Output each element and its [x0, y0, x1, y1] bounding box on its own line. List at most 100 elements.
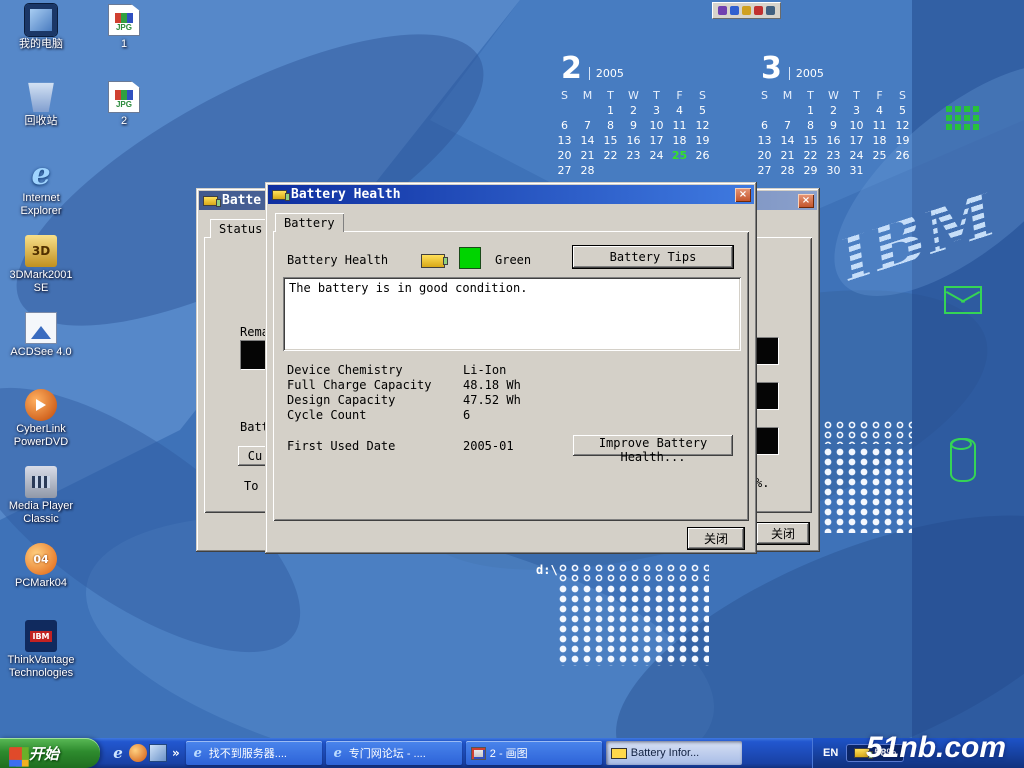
desktop-icon-mpc[interactable]: Media Player Classic	[4, 466, 78, 543]
start-button[interactable]: 开始	[0, 738, 100, 768]
calendar-day: 10	[845, 119, 868, 132]
desktop-icon[interactable]	[149, 744, 167, 762]
calendar-day: 15	[599, 134, 622, 147]
calendar-day	[553, 104, 576, 117]
desktop-icon-pcmark[interactable]: PCMark04	[4, 543, 78, 620]
volume-icon[interactable]	[718, 6, 727, 15]
calendar-day: 31	[845, 164, 868, 177]
jpg-icon	[108, 81, 140, 113]
desktop-icon-thinkvantage[interactable]: ThinkVantage Technologies	[4, 620, 78, 697]
desktop-icon-acdsee[interactable]: ACDSee 4.0	[4, 312, 78, 389]
taskbar-task[interactable]: Battery Infor...	[606, 741, 742, 765]
desktop-icon-ie[interactable]: Internet Explorer	[4, 158, 78, 235]
thinkvantage-icon	[25, 620, 57, 652]
task-label: Battery Infor...	[631, 747, 699, 759]
calendar-weekday: T	[645, 89, 668, 102]
field-value: 6	[463, 408, 470, 423]
field-label: Full Charge Capacity	[287, 378, 463, 393]
calendar-day: 23	[622, 149, 645, 162]
display-icon[interactable]	[730, 6, 739, 15]
calendar-day: 12	[891, 119, 914, 132]
ie-icon	[331, 746, 345, 760]
ie-icon	[25, 158, 57, 190]
media-icon[interactable]	[129, 744, 147, 762]
envelope-icon	[944, 286, 982, 314]
tab-status[interactable]: Status	[210, 219, 271, 238]
close-icon[interactable]: ×	[798, 194, 814, 208]
calendar-day: 11	[668, 119, 691, 132]
close-button[interactable]: 关闭	[757, 523, 809, 544]
3dmark-icon	[25, 235, 57, 267]
calendar-day: 27	[553, 164, 576, 177]
calendar-day: 29	[799, 164, 822, 177]
battery-detail-fields: Device ChemistryLi-IonFull Charge Capaci…	[287, 363, 733, 423]
task-label: 2 - 画图	[490, 745, 528, 761]
field-row: Design Capacity47.52 Wh	[287, 393, 733, 408]
battery-gauge	[755, 337, 779, 365]
calendar-day	[868, 164, 891, 177]
tab-label: Battery	[284, 216, 335, 230]
desktop-icon-recycle-bin[interactable]: 回收站	[4, 81, 78, 158]
close-icon[interactable]: ×	[735, 188, 751, 202]
desktop-icon-column: 我的电脑回收站 Internet Explorer 3DMark2001 SEACD…	[4, 4, 78, 697]
tab-page: Battery Health Green Battery Tips The ba…	[273, 231, 749, 521]
calendar-day: 19	[891, 134, 914, 147]
powerdvd-icon	[25, 389, 57, 421]
calendar-day: 25	[868, 149, 891, 162]
calendar-weekday: M	[776, 89, 799, 102]
health-label: Battery Health	[287, 253, 388, 267]
desktop-icon-jpg[interactable]: 1	[92, 4, 156, 81]
tab-battery[interactable]: Battery	[275, 213, 344, 232]
dot-pattern	[557, 563, 709, 583]
calendar-february: 2 2005 SMTWTFS12345678910111213141516171…	[553, 55, 721, 177]
start-label: 开始	[29, 743, 59, 764]
field-label: Device Chemistry	[287, 363, 463, 378]
battery-icon	[611, 748, 627, 759]
calendar-day: 8	[599, 119, 622, 132]
battery-tips-button[interactable]: Battery Tips	[573, 246, 733, 268]
calendar-day	[645, 164, 668, 177]
calendar-weekday: M	[576, 89, 599, 102]
desktop-file-column: 12	[92, 4, 156, 158]
language-indicator[interactable]: EN	[823, 747, 838, 759]
desktop-icon-label: CyberLink PowerDVD	[4, 423, 78, 449]
taskbar-task[interactable]: 2 - 画图	[466, 741, 602, 765]
desktop-icon-jpg[interactable]: 2	[92, 81, 156, 158]
taskbar-task[interactable]: 找不到服务器....	[186, 741, 322, 765]
field-row: Full Charge Capacity48.18 Wh	[287, 378, 733, 393]
calendar-weekday: S	[753, 89, 776, 102]
mouse-icon[interactable]	[754, 6, 763, 15]
desktop-icon-my-computer[interactable]: 我的电脑	[4, 4, 78, 81]
field-value: 47.52 Wh	[463, 393, 521, 408]
calendar-day: 4	[668, 104, 691, 117]
battery-icon[interactable]	[742, 6, 751, 15]
desktop-icon-powerdvd[interactable]: CyberLink PowerDVD	[4, 389, 78, 466]
close-button[interactable]: 关闭	[688, 528, 744, 549]
field-value: 2005-01	[463, 439, 514, 454]
calendar-day: 22	[799, 149, 822, 162]
desktop-icon-3dmark[interactable]: 3DMark2001 SE	[4, 235, 78, 312]
calendar-day	[599, 164, 622, 177]
drive-label: d:\	[536, 563, 558, 577]
calendar-day: 7	[776, 119, 799, 132]
desktop-icon-label: Internet Explorer	[4, 192, 78, 218]
improve-battery-health-button[interactable]: Improve Battery Health...	[573, 435, 733, 456]
calendar-weekday: W	[622, 89, 645, 102]
calendar-weekday: S	[553, 89, 576, 102]
calendar-day: 9	[822, 119, 845, 132]
ie-icon[interactable]	[109, 744, 127, 762]
field-row: Device ChemistryLi-Ion	[287, 363, 733, 378]
field-label: Cycle Count	[287, 408, 463, 423]
calendar-day	[891, 164, 914, 177]
keyboard-icon[interactable]	[766, 6, 775, 15]
calendar-header: 2 2005	[553, 55, 721, 83]
calendar-weekday: T	[845, 89, 868, 102]
watermark: 51nb.com	[866, 731, 1006, 765]
calendar-day: 28	[776, 164, 799, 177]
dialog-titlebar[interactable]: Battery Health ×	[268, 185, 754, 204]
calendar-day	[668, 164, 691, 177]
taskbar-task[interactable]: 专门网论坛 - ....	[326, 741, 462, 765]
battery-icon	[421, 254, 445, 268]
chevron-icon[interactable]: »	[172, 746, 180, 760]
dot-pattern	[557, 584, 709, 666]
